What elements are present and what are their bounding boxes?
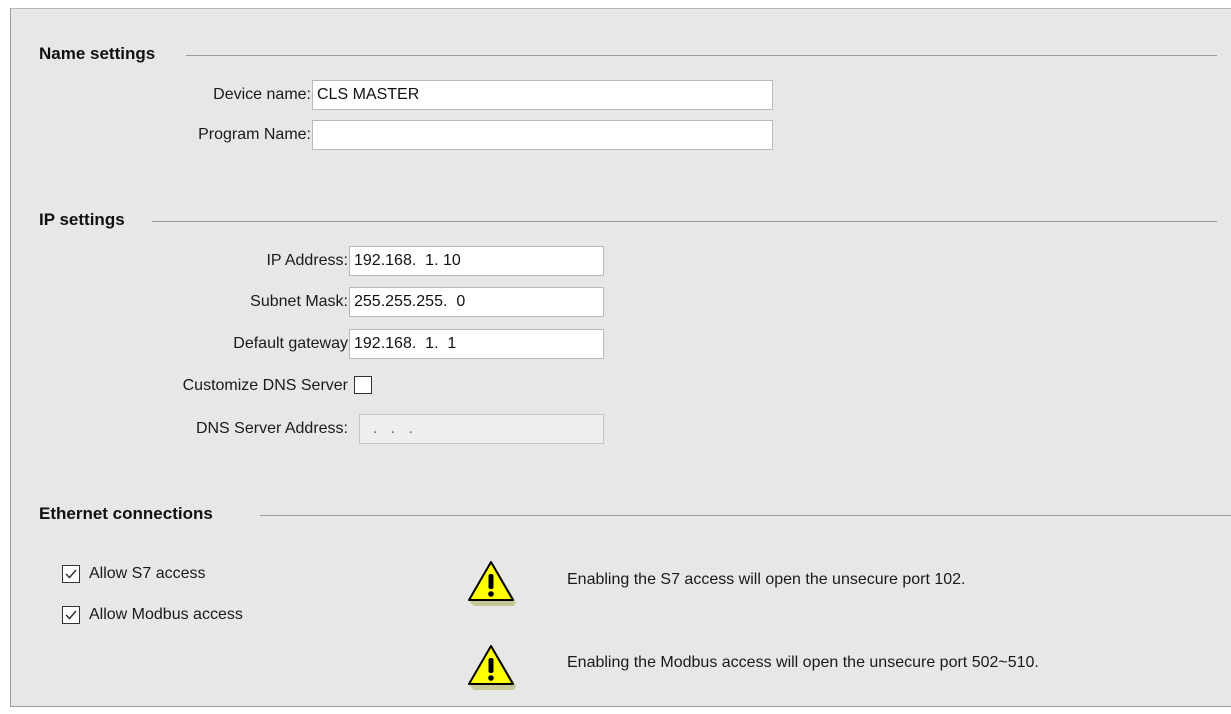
ethernet-section: Ethernet connections — [11, 503, 1231, 525]
customize-dns-label: Customize DNS Server — [182, 377, 348, 394]
allow-s7-label: Allow S7 access — [89, 565, 206, 582]
ip-address-label: IP Address: — [266, 252, 348, 269]
program-name-label: Program Name: — [198, 126, 311, 143]
name-settings-title: Name settings — [39, 44, 156, 63]
ethernet-title: Ethernet connections — [39, 504, 213, 523]
device-name-label: Device name: — [213, 86, 311, 103]
section-divider — [186, 55, 1217, 56]
ip-address-input[interactable]: 192.168. 1. 10 — [349, 246, 604, 276]
checkmark-icon — [65, 610, 77, 620]
subnet-mask-label: Subnet Mask: — [250, 293, 348, 310]
s7-warning-text: Enabling the S7 access will open the uns… — [567, 571, 966, 588]
allow-s7-checkbox[interactable] — [62, 565, 80, 583]
checkmark-icon — [65, 569, 77, 579]
name-settings-section: Name settings — [11, 43, 1231, 65]
customize-dns-checkbox[interactable] — [354, 376, 372, 394]
default-gateway-label: Default gateway — [233, 335, 348, 352]
program-name-input[interactable] — [312, 120, 773, 150]
section-divider — [260, 515, 1231, 516]
device-name-input[interactable]: CLS MASTER — [312, 80, 773, 110]
allow-modbus-checkbox[interactable] — [62, 606, 80, 624]
warning-icon — [468, 561, 516, 606]
ip-settings-section: IP settings — [11, 209, 1231, 231]
settings-panel: Name settings Device name: CLS MASTER Pr… — [10, 8, 1231, 707]
section-divider — [152, 221, 1217, 222]
ip-settings-title: IP settings — [39, 210, 125, 229]
dns-server-label: DNS Server Address: — [195, 420, 348, 437]
dns-server-input[interactable]: . . . — [359, 414, 604, 444]
modbus-warning-text: Enabling the Modbus access will open the… — [567, 654, 1039, 671]
default-gateway-input[interactable]: 192.168. 1. 1 — [349, 329, 604, 359]
warning-icon — [468, 645, 516, 690]
allow-modbus-label: Allow Modbus access — [89, 606, 243, 623]
subnet-mask-input[interactable]: 255.255.255. 0 — [349, 287, 604, 317]
